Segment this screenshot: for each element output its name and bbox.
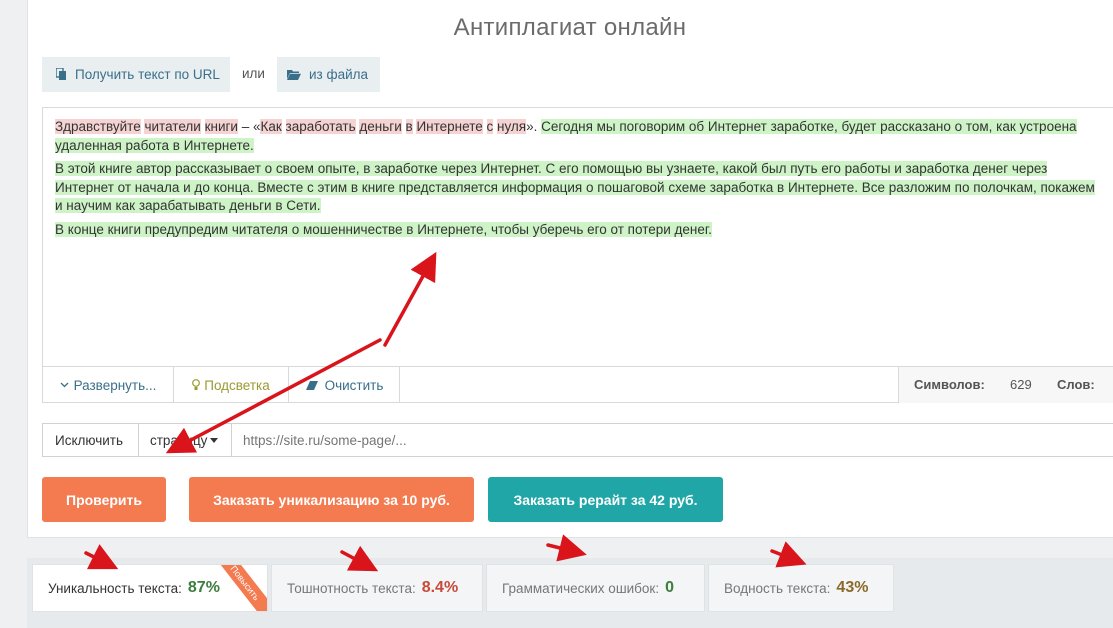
caret-down-icon [210, 437, 219, 443]
editor-content[interactable]: Здравствуйте читатели книги – «Как зараб… [55, 118, 1105, 244]
clear-button[interactable]: Очистить [289, 367, 400, 403]
paragraph-1-segment [402, 119, 406, 134]
paragraph-1-segment: Интернете [416, 119, 483, 134]
nausea-value: 8.4% [421, 579, 459, 596]
paragraph-3-text: В конце книги предупредим читателя о мош… [55, 221, 712, 237]
paragraph-1-segment: Здравствуйте [55, 119, 141, 134]
paragraph-1-segment: нуля [497, 119, 527, 134]
arrow-to-grammar [546, 534, 587, 562]
editor-paragraph-2: В этой книге автор рассказывает о своем … [55, 160, 1105, 216]
lightbulb-icon [192, 379, 201, 390]
check-button[interactable]: Проверить [42, 477, 166, 522]
grammar-label: Грамматических ошибок: [502, 580, 660, 596]
nausea-label: Тошнотность текста: [287, 580, 416, 596]
clear-label: Очистить [324, 377, 384, 393]
get-text-by-url-button[interactable]: Получить текст по URL [42, 57, 230, 92]
paragraph-1-segment: – « [237, 119, 261, 134]
expand-label: Развернуть... [73, 377, 157, 393]
exclude-label: Исключить [43, 424, 139, 456]
grammar-value: 0 [665, 579, 674, 596]
water-value: 43% [836, 579, 869, 596]
tab-grammar[interactable]: Грамматических ошибок: 0 [486, 564, 705, 612]
chevron-down-icon [60, 382, 69, 388]
from-file-label: из файла [309, 67, 369, 82]
folder-open-icon [287, 70, 301, 80]
or-label: или [242, 66, 265, 81]
editor-paragraph-1: Здравствуйте читатели книги – «Как зараб… [55, 118, 1105, 155]
paragraph-2-text: В этой книге автор рассказывает о своем … [55, 161, 1095, 213]
exclude-url-input[interactable] [232, 424, 1112, 456]
words-label: Слов: [1057, 377, 1095, 392]
uniqueness-value: 87% [187, 579, 220, 596]
paragraph-1-segment: деньги [359, 119, 402, 134]
tab-uniqueness[interactable]: Уникальность текста: 87% Повысить [32, 564, 268, 612]
page-title: Антиплагиат онлайн [453, 14, 687, 41]
tab-water[interactable]: Водность текста: 43% [708, 564, 894, 612]
paragraph-1-segment: заработать [285, 119, 356, 134]
get-text-by-url-label: Получить текст по URL [75, 67, 220, 82]
paragraph-1-segment [201, 119, 205, 134]
boost-ribbon[interactable]: Повысить [216, 565, 267, 611]
expand-button[interactable]: Развернуть... [43, 367, 174, 403]
paragraph-1-segment: Как [260, 119, 282, 134]
chars-count: 629 [1010, 377, 1032, 392]
from-file-button[interactable]: из файла [277, 57, 380, 92]
exclude-row: Исключить страницу [42, 423, 1113, 457]
editor-paragraph-3: В конце книги предупредим читателя о мош… [55, 221, 1105, 240]
paragraph-1-segment: читатели [144, 119, 201, 134]
highlight-button[interactable]: Подсветка [174, 367, 289, 403]
uniqueness-label: Уникальность текста: [48, 580, 182, 596]
text-stats: Символов: 629 Слов: [898, 367, 1113, 403]
highlight-label: Подсветка [204, 377, 270, 393]
chars-label: Символов: [914, 377, 985, 392]
eraser-icon [305, 380, 318, 390]
water-label: Водность текста: [724, 580, 831, 596]
paragraph-1-segment: в [405, 119, 413, 134]
editor-toolbar: Развернуть... Подсветка Очистить Символо… [43, 366, 1113, 403]
paragraph-1-segment [483, 119, 487, 134]
paragraph-1-segment: ». [526, 119, 542, 134]
copy-icon [56, 68, 66, 80]
paragraph-1-segment: книги [204, 119, 238, 134]
order-uniqueness-button[interactable]: Заказать уникализацию за 10 руб. [189, 477, 474, 522]
text-editor[interactable]: Здравствуйте читатели книги – «Как зараб… [42, 107, 1113, 403]
tab-nausea[interactable]: Тошнотность текста: 8.4% [271, 564, 483, 612]
paragraph-1-segment [282, 119, 286, 134]
exclude-type-dropdown[interactable]: страницу [139, 424, 232, 456]
order-rewrite-button[interactable]: Заказать рерайт за 42 руб. [488, 477, 723, 522]
exclude-type-value: страницу [150, 432, 208, 448]
